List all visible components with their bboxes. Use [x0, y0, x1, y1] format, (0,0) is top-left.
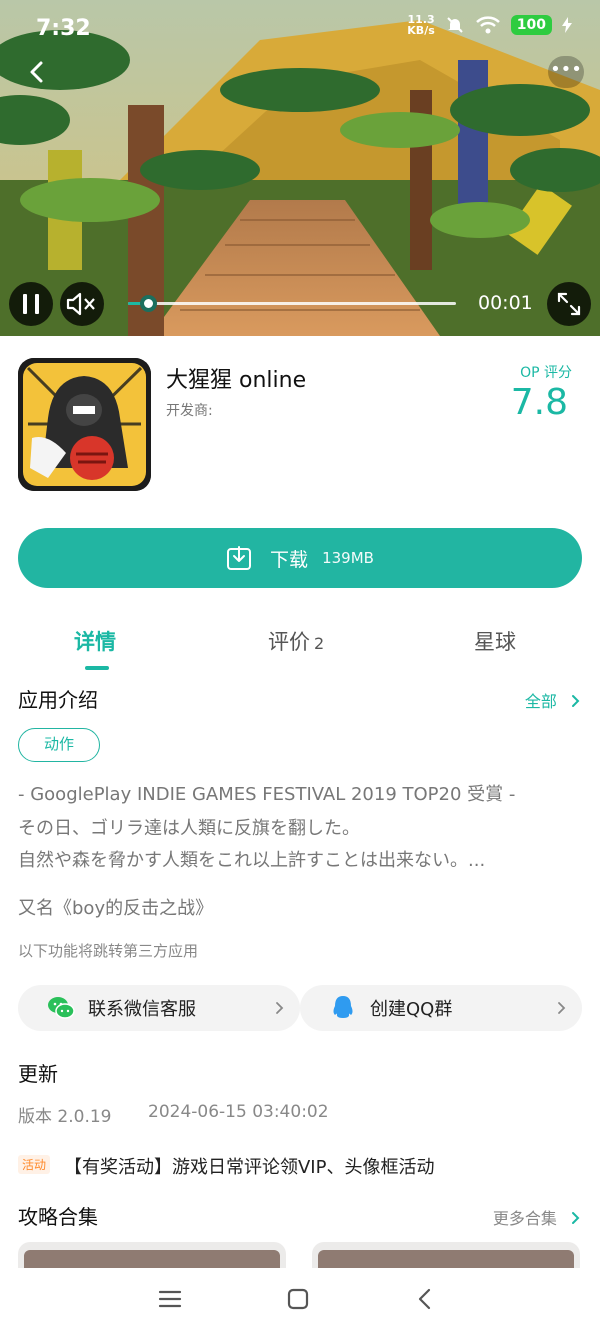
guide-card[interactable] [312, 1242, 580, 1268]
qq-group-button[interactable]: 创建QQ群 [300, 985, 582, 1031]
tab-planet[interactable]: 星球 [474, 626, 516, 656]
video-player[interactable]: 7:32 11.3 KB/s 100 ••• 00:01 [0, 0, 600, 336]
third-party-note: 以下功能将跳转第三方应用 [18, 942, 199, 960]
description-line: その日、ゴリラ達は人類に反旗を翻した。 [18, 818, 360, 839]
more-guides-link[interactable]: 更多合集 [493, 1205, 582, 1229]
fullscreen-icon [557, 292, 581, 316]
app-name: 大猩猩 online [166, 368, 307, 393]
guide-card[interactable] [18, 1242, 286, 1268]
mute-button[interactable] [60, 282, 104, 326]
mute-icon [66, 292, 95, 316]
gorilla-logo-icon [18, 358, 151, 491]
wechat-support-label: 联系微信客服 [88, 999, 196, 1020]
pause-icon [23, 294, 39, 314]
tab-reviews[interactable]: 评价 2 [268, 626, 324, 656]
more-guides-label: 更多合集 [492, 1209, 557, 1228]
tab-label: 评价 [268, 630, 310, 654]
tab-details[interactable]: 详情 [74, 626, 116, 656]
elapsed-time: 00:01 [478, 292, 533, 314]
rating-value: 7.8 [510, 382, 568, 423]
fullscreen-button[interactable] [547, 282, 591, 326]
activity-link[interactable]: 【有奖活动】游戏日常评论领VIP、头像框活动 [64, 1153, 434, 1179]
system-nav-bar [0, 1268, 600, 1333]
chevron-right-icon [572, 695, 580, 707]
guide-thumbnail [24, 1250, 280, 1268]
home-icon[interactable] [285, 1286, 311, 1312]
download-size: 139MB [322, 549, 374, 567]
net-speed-unit: KB/s [407, 24, 435, 37]
nav-back-icon[interactable] [413, 1286, 439, 1312]
battery-indicator: 100 [510, 15, 552, 35]
guide-thumbnail [318, 1250, 574, 1268]
alias-text: 又名《boy的反击之战》 [18, 898, 214, 919]
genre-tag[interactable]: 动作 [18, 728, 100, 762]
view-all-link[interactable]: 全部 [525, 688, 582, 712]
back-icon[interactable] [22, 56, 54, 88]
qq-icon [333, 996, 353, 1018]
update-date: 2024-06-15 03:40:02 [148, 1102, 329, 1122]
chevron-right-icon [572, 1212, 580, 1224]
description-line: - GooglePlay INDIE GAMES FESTIVAL 2019 T… [18, 784, 516, 805]
download-label: 下载 [270, 548, 309, 571]
tab-indicator [85, 666, 109, 670]
more-icon[interactable]: ••• [548, 56, 584, 88]
review-count: 2 [314, 634, 325, 653]
activity-badge: 活动 [18, 1155, 51, 1174]
download-button[interactable]: 下载 139MB [18, 528, 582, 588]
download-icon [227, 546, 252, 570]
rating-label: OP 评分 [520, 365, 572, 381]
net-speed: 11.3 KB/s [407, 14, 434, 36]
status-bar: 7:32 11.3 KB/s 100 [0, 0, 600, 58]
charging-icon [562, 17, 572, 33]
chevron-right-icon [276, 1002, 284, 1014]
bell-off-icon [447, 17, 463, 33]
chevron-right-icon [558, 1002, 566, 1014]
tab-label: 详情 [74, 630, 116, 654]
progress-knob[interactable] [139, 295, 157, 312]
status-time: 7:32 [36, 16, 91, 41]
developer-label: 开发商: [166, 403, 213, 419]
wifi-icon [475, 16, 500, 34]
qq-group-label: 创建QQ群 [370, 999, 453, 1020]
update-title: 更新 [18, 1062, 58, 1086]
view-all-label: 全部 [524, 692, 557, 711]
wechat-icon [48, 997, 75, 1019]
menu-icon[interactable] [157, 1286, 183, 1312]
description-line[interactable]: 自然や森を脅かす人類をこれ以上許すことは出来ない。... [18, 846, 578, 872]
wechat-support-button[interactable]: 联系微信客服 [18, 985, 300, 1031]
tab-label: 星球 [474, 630, 516, 654]
pause-button[interactable] [9, 282, 53, 326]
app-icon [18, 358, 151, 491]
guides-title: 攻略合集 [18, 1205, 98, 1229]
version-text: 版本 2.0.19 [18, 1107, 112, 1127]
status-icons: 11.3 KB/s 100 [407, 14, 572, 36]
intro-title: 应用介绍 [18, 688, 98, 712]
progress-bar[interactable] [128, 295, 456, 312]
